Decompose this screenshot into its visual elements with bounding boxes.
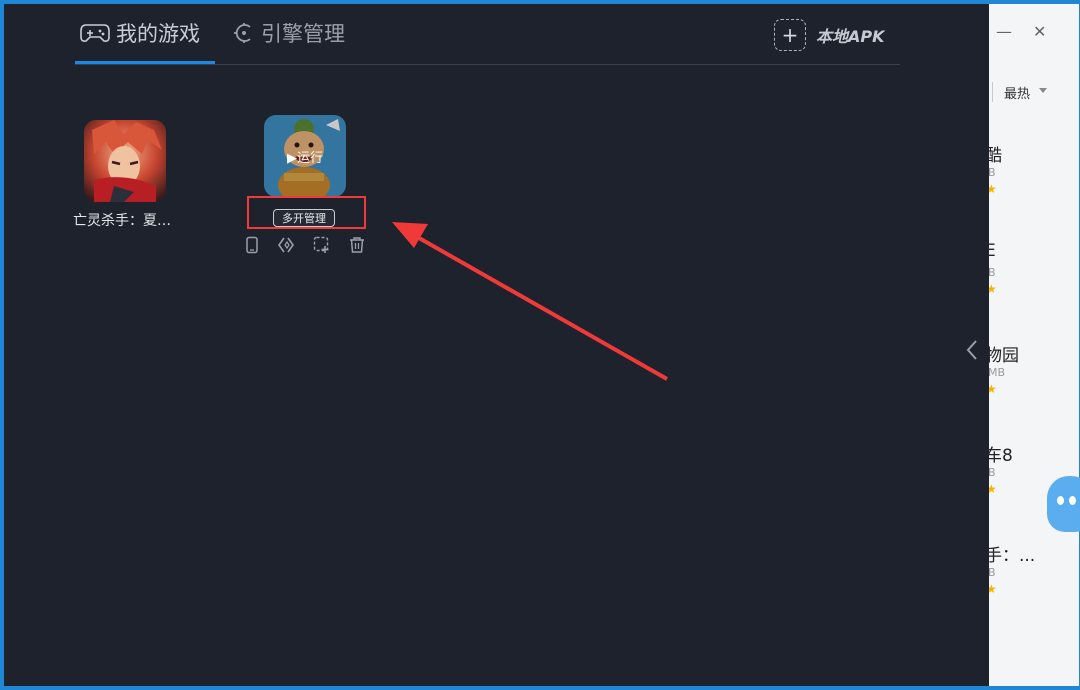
annotation-arrow bbox=[392, 222, 668, 381]
